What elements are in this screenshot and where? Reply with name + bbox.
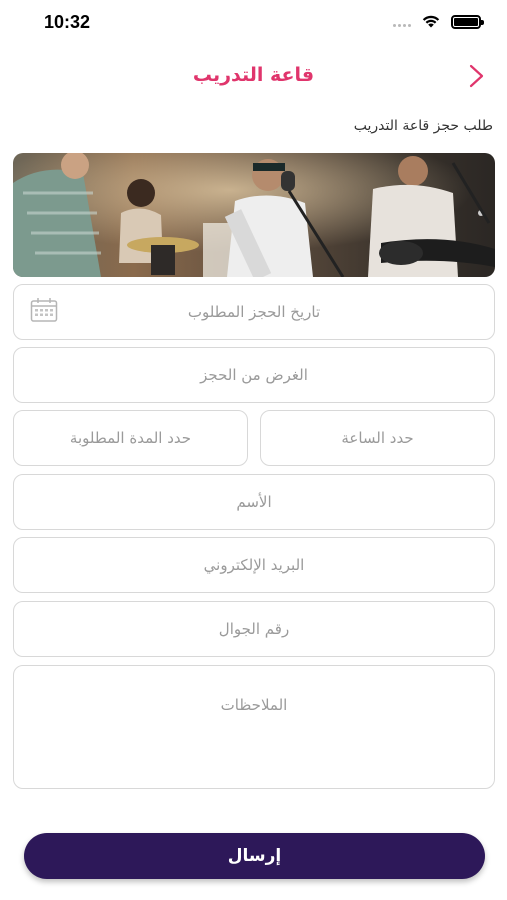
purpose-placeholder: الغرض من الحجز <box>200 366 308 384</box>
battery-icon <box>451 14 484 29</box>
booking-date-placeholder: تاريخ الحجز المطلوب <box>187 303 321 321</box>
notes-placeholder: الملاحظات <box>220 696 288 714</box>
signal-icon <box>393 17 411 27</box>
hour-placeholder: حدد الساعة <box>341 429 414 447</box>
status-icons <box>393 14 484 29</box>
status-bar: 10:32 <box>0 0 507 48</box>
notes-field[interactable]: الملاحظات <box>13 665 495 789</box>
name-placeholder: الأسم <box>236 493 272 511</box>
hour-field[interactable]: حدد الساعة <box>260 410 495 466</box>
mobile-field[interactable]: رقم الجوال <box>13 601 495 657</box>
banner-image <box>13 153 495 277</box>
status-time: 10:32 <box>44 12 91 32</box>
email-field[interactable]: البريد الإلكتروني <box>13 537 495 593</box>
purpose-field[interactable]: الغرض من الحجز <box>13 347 495 403</box>
form-heading: طلب حجز قاعة التدريب <box>353 118 493 134</box>
duration-placeholder: حدد المدة المطلوبة <box>69 429 192 447</box>
page-title: قاعة التدريب <box>192 64 315 86</box>
wifi-icon <box>422 15 440 28</box>
mobile-placeholder: رقم الجوال <box>218 620 290 638</box>
duration-field[interactable]: حدد المدة المطلوبة <box>13 410 248 466</box>
email-placeholder: البريد الإلكتروني <box>203 556 305 574</box>
name-field[interactable]: الأسم <box>13 474 495 530</box>
booking-date-field[interactable]: تاريخ الحجز المطلوب <box>13 284 495 340</box>
chevron-icon[interactable] <box>463 62 489 90</box>
submit-button[interactable]: إرسال <box>24 833 485 879</box>
nav-bar: قاعة التدريب <box>0 52 507 100</box>
